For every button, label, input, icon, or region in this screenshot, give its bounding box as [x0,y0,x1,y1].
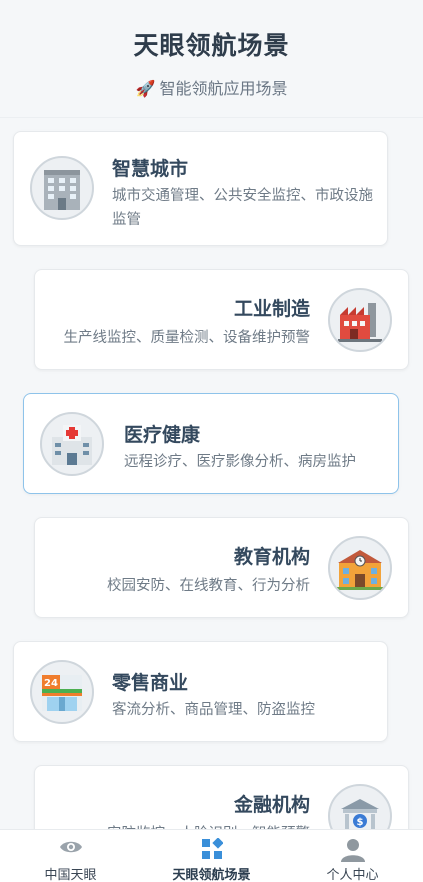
card-title: 智慧城市 [112,158,189,180]
scenario-page: 天眼领航场景 🚀 智能领航应用场景 智慧城市 城市交通管理、公共安全监控、市政设施… [0,0,423,882]
school-icon [328,536,392,600]
card-title: 医疗健康 [124,424,201,446]
tab-label: 天眼领航场景 [172,868,251,882]
scenario-card-education[interactable]: 教育机构 校园安防、在线教育、行为分析 [34,517,409,618]
card-description: 客流分析、商品管理、防盗监控 [112,702,315,718]
card-description: 远程诊疗、医疗影像分析、病房监护 [124,454,356,470]
bottom-tab-bar: 中国天眼 天眼领航场景 个人中心 [0,829,423,882]
header-divider [0,117,423,118]
tab-scenarios[interactable]: 天眼领航场景 [141,830,282,882]
scenario-card-healthcare[interactable]: 医疗健康 远程诊疗、医疗影像分析、病房监护 [23,393,399,494]
hospital-icon [40,412,104,476]
card-description: 校园安防、在线教育、行为分析 [107,578,310,594]
scenario-card-smart-city[interactable]: 智慧城市 城市交通管理、公共安全监控、市政设施监管 [13,131,388,246]
grid-icon [201,837,224,864]
card-description: 城市交通管理、公共安全监控、市政设施监管 [112,188,373,228]
svg-text:$: $ [357,817,364,828]
store-icon: 24 [30,660,94,724]
rocket-icon: 🚀 [135,79,156,98]
card-title: 工业制造 [233,298,310,320]
scenario-card-retail[interactable]: 24 零售商业 客流分析、商品管理、防盗监控 [13,641,388,742]
tab-label: 个人中心 [326,868,379,882]
subtitle-text: 智能领航应用场景 [159,79,288,98]
page-title: 天眼领航场景 [133,31,290,60]
card-title: 金融机构 [233,794,310,816]
card-description: 生产线监控、质量检测、设备维护预警 [63,330,311,346]
building-icon [30,156,94,220]
svg-text:24: 24 [44,678,58,689]
tab-china-eye[interactable]: 中国天眼 [0,830,141,882]
factory-icon [328,288,392,352]
eye-icon [59,838,83,860]
scenario-card-industry[interactable]: 工业制造 生产线监控、质量检测、设备维护预警 [34,269,409,370]
tab-profile[interactable]: 个人中心 [282,830,423,882]
card-title: 零售商业 [112,672,189,694]
tab-label: 中国天眼 [44,868,97,882]
user-icon [340,838,366,866]
card-title: 教育机构 [233,546,310,568]
page-subtitle: 🚀 智能领航应用场景 [0,75,423,99]
